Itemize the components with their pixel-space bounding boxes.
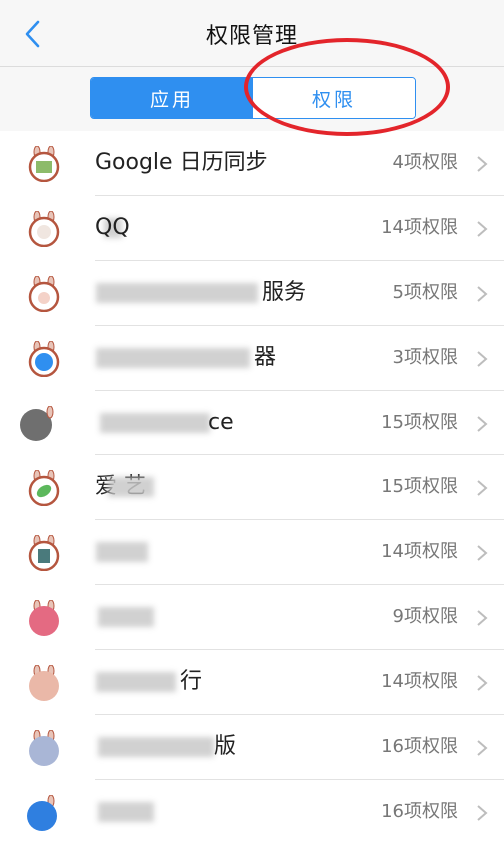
chevron-right-icon — [477, 350, 488, 367]
redaction-blur — [96, 672, 176, 693]
list-item[interactable]: 版 16项权限 — [0, 715, 504, 780]
app-icon — [28, 470, 60, 507]
app-icon — [28, 210, 60, 247]
permission-count: 14项权限 — [381, 216, 458, 238]
app-icon — [29, 600, 59, 637]
app-icon — [28, 275, 60, 312]
chevron-right-icon — [477, 545, 488, 562]
redaction-blur — [100, 412, 210, 433]
permission-count: 9项权限 — [392, 606, 458, 628]
app-icon — [28, 146, 60, 182]
permission-count: 15项权限 — [381, 476, 458, 498]
redaction-blur — [96, 347, 250, 368]
header-bar: 权限管理 — [0, 0, 504, 67]
list-item[interactable]: 服务 5项权限 — [0, 261, 504, 326]
app-name: 行 — [180, 669, 203, 695]
list-item[interactable]: Google 日历同步 4项权限 — [0, 131, 504, 196]
chevron-right-icon — [477, 675, 488, 691]
tab-permissions[interactable]: 权限 — [253, 78, 415, 118]
tab-apps[interactable]: 应用 — [91, 78, 253, 118]
permission-count: 5项权限 — [392, 281, 458, 303]
chevron-right-icon — [477, 805, 488, 821]
app-icon — [29, 665, 59, 702]
app-name: QQ — [95, 214, 130, 240]
app-name: ce — [208, 409, 234, 435]
permission-count: 14项权限 — [381, 671, 458, 693]
redaction-blur — [98, 801, 154, 822]
tab-bar-container: 应用 权限 — [0, 67, 504, 131]
permission-count: 15项权限 — [381, 411, 458, 433]
redaction-blur — [98, 737, 214, 758]
redaction-blur — [98, 607, 154, 628]
list-item[interactable]: 9项权限 — [0, 585, 504, 651]
app-name: 服务 — [262, 279, 307, 305]
app-name: Google 日历同步 — [95, 150, 268, 175]
chevron-right-icon — [477, 286, 488, 302]
app-list: Google 日历同步 4项权限 QQ 14项权限 服务 5项权限 器 3项权限… — [0, 131, 504, 845]
permission-count: 14项权限 — [381, 541, 458, 563]
redaction-blur — [96, 282, 258, 303]
list-item[interactable]: 行 14项权限 — [0, 650, 504, 716]
list-item[interactable]: QQ 14项权限 — [0, 196, 504, 261]
list-item[interactable]: 器 3项权限 — [0, 326, 504, 391]
app-icon — [20, 405, 54, 441]
list-item[interactable]: 16项权限 — [0, 780, 504, 845]
redaction-blur — [108, 477, 154, 498]
app-icon — [28, 535, 60, 572]
app-icon — [28, 340, 60, 377]
permission-count: 3项权限 — [392, 346, 458, 368]
list-item[interactable]: 14项权限 — [0, 520, 504, 586]
chevron-right-icon — [477, 740, 488, 756]
app-icon — [27, 794, 57, 831]
list-item[interactable]: 爱 艺 15项权限 — [0, 455, 504, 521]
segmented-control: 应用 权限 — [90, 77, 416, 119]
permission-count: 4项权限 — [392, 152, 458, 173]
page-title: 权限管理 — [205, 24, 298, 49]
redaction-blur — [96, 542, 148, 563]
chevron-right-icon — [477, 610, 488, 626]
permission-count: 16项权限 — [381, 736, 458, 758]
chevron-right-icon — [477, 156, 488, 172]
list-item[interactable]: ce 15项权限 — [0, 391, 504, 456]
app-name: 版 — [214, 734, 237, 760]
app-name: 器 — [254, 344, 277, 370]
chevron-right-icon — [477, 415, 488, 432]
permission-count: 16项权限 — [381, 800, 458, 822]
chevron-right-icon — [477, 480, 488, 497]
chevron-right-icon — [477, 221, 488, 237]
app-icon — [29, 730, 59, 767]
